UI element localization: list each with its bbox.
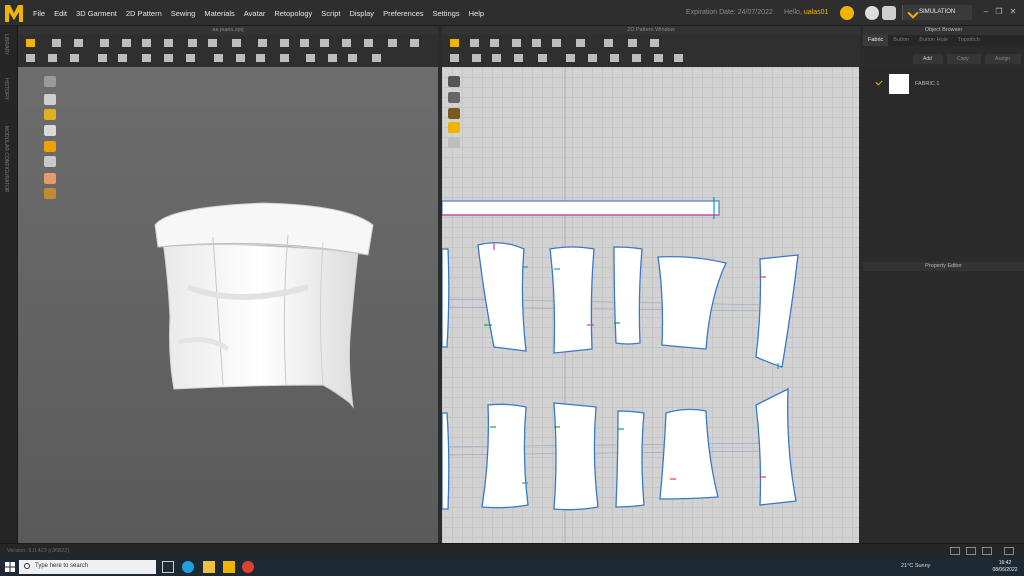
expiration-date: Expiration Date: 24/07/2022 [686, 9, 773, 16]
marvelous-logo-icon[interactable] [4, 3, 24, 23]
taskbar-search-input[interactable]: Type here to search [19, 560, 156, 574]
minimize-icon[interactable]: – [981, 7, 991, 17]
task-view-icon[interactable] [162, 561, 174, 573]
copy-button[interactable]: Copy [947, 54, 981, 64]
property-editor-title: Property Editor [863, 262, 1024, 271]
check-icon [875, 78, 883, 86]
menu-help[interactable]: Help [469, 9, 484, 18]
menu-sewing[interactable]: Sewing [171, 9, 196, 18]
simulation-label: SIMULATION [919, 9, 956, 15]
object-browser-title: Object Browser [863, 26, 1024, 35]
tab-fabric[interactable]: Fabric [863, 35, 889, 46]
menu-3d-garment[interactable]: 3D Garment [76, 9, 117, 18]
windows-taskbar: Type here to search 21°C Sunny 16:42 08/… [0, 558, 1024, 576]
status-bar: Version: 6.0.423 (r36822) [0, 543, 1024, 558]
user-greeting: Hello, ualas01 [784, 9, 828, 16]
toolbar-2d-icons[interactable] [442, 35, 860, 67]
menu-retopology[interactable]: Retopology [274, 9, 312, 18]
toolbar-3d [18, 35, 438, 67]
viewport-2d[interactable] [442, 67, 859, 543]
garment-3d-model[interactable] [18, 67, 438, 543]
fabric-name: FABRIC 1 [915, 81, 940, 87]
menu-2d-pattern[interactable]: 2D Pattern [126, 9, 162, 18]
toolbar-2d [442, 35, 860, 67]
object-browser-actions: Add Copy Assign [863, 54, 1024, 65]
main-menu: File Edit 3D Garment 2D Pattern Sewing M… [33, 0, 493, 26]
add-label: Add [923, 56, 932, 62]
close-icon[interactable]: ✕ [1008, 7, 1018, 17]
windows-start-icon[interactable] [5, 562, 15, 572]
menu-avatar[interactable]: Avatar [244, 9, 266, 18]
clock-time: 16:42 [998, 560, 1012, 566]
help-icon[interactable] [865, 6, 879, 20]
clock-date: 08/06/2022 [992, 567, 1018, 573]
layout-split-icon[interactable] [966, 547, 976, 555]
username[interactable]: ualas01 [804, 9, 829, 16]
window2d-title: 2D Pattern Window [442, 26, 860, 35]
greeting-prefix: Hello, [784, 9, 802, 16]
menu-script[interactable]: Script [321, 9, 340, 18]
property-editor-panel [863, 271, 1024, 543]
file-explorer-icon[interactable] [203, 561, 215, 573]
simulation-button[interactable]: SIMULATION [902, 5, 972, 20]
layout-single-icon[interactable] [950, 547, 960, 555]
menu-bar: File Edit 3D Garment 2D Pattern Sewing M… [0, 0, 1024, 26]
menu-settings[interactable]: Settings [433, 9, 460, 18]
add-button[interactable]: Add [913, 54, 943, 64]
pattern-pieces[interactable] [442, 67, 859, 543]
window3d-title: aa jeans.zprj [18, 26, 438, 35]
tab-button[interactable]: Button [888, 35, 914, 46]
restore-icon[interactable]: ❐ [994, 7, 1004, 17]
layout-list-icon[interactable] [982, 547, 992, 555]
tab-modular-configurator[interactable]: MODULAR CONFIGURATOR [3, 126, 9, 192]
copy-label: Copy [957, 56, 969, 62]
side-tab-bar: LIBRARY HISTORY MODULAR CONFIGURATOR [0, 26, 18, 543]
fabric-swatch [889, 74, 909, 94]
menu-edit[interactable]: Edit [54, 9, 67, 18]
tab-button-hole[interactable]: Button Hole [914, 35, 953, 46]
layout-grid-icon[interactable] [1004, 547, 1014, 555]
weather-status[interactable]: 21°C Sunny [901, 563, 930, 569]
viewport-3d[interactable] [18, 67, 438, 543]
edge-icon[interactable] [182, 561, 194, 573]
assign-label: Assign [995, 56, 1011, 62]
version-text: Version: 6.0.423 (r36822) [7, 548, 70, 554]
object-browser-tabs: Fabric Button Button Hole Topstitch [863, 35, 1024, 46]
tab-topstitch[interactable]: Topstitch [953, 35, 985, 46]
avatar-icon[interactable] [882, 6, 896, 20]
menu-display[interactable]: Display [349, 9, 374, 18]
taskbar-clock[interactable]: 16:42 08/06/2022 [990, 560, 1020, 574]
chrome-icon[interactable] [242, 561, 254, 573]
assign-button[interactable]: Assign [985, 54, 1021, 64]
tab-history[interactable]: HISTORY [3, 78, 9, 100]
toolbar-3d-icons[interactable] [18, 35, 438, 67]
list-item[interactable]: FABRIC 1 [863, 73, 1024, 95]
cloud-icon[interactable] [840, 6, 854, 20]
search-placeholder: Type here to search [35, 563, 89, 569]
menu-preferences[interactable]: Preferences [383, 9, 423, 18]
menu-file[interactable]: File [33, 9, 45, 18]
marvelous-taskbar-icon[interactable] [223, 561, 235, 573]
tab-library[interactable]: LIBRARY [3, 34, 9, 55]
fabric-list: FABRIC 1 [863, 67, 1024, 257]
menu-materials[interactable]: Materials [204, 9, 234, 18]
search-icon [24, 563, 30, 569]
